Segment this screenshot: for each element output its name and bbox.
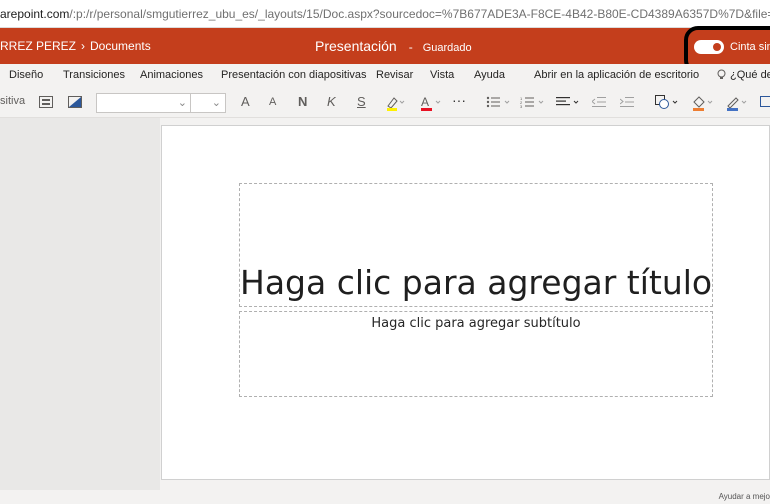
- breadcrumb: RREZ PEREZ › Documents: [0, 28, 151, 64]
- breadcrumb-separator-icon: ›: [81, 39, 86, 53]
- numbering-icon[interactable]: 123: [520, 96, 548, 111]
- tab-ayuda[interactable]: Ayuda: [474, 69, 505, 81]
- bold-button[interactable]: N: [298, 94, 307, 109]
- document-title[interactable]: Presentación: [315, 38, 397, 54]
- shapes-icon[interactable]: [655, 95, 683, 112]
- shrink-font-button[interactable]: A: [269, 96, 276, 108]
- grow-font-button[interactable]: A: [241, 94, 250, 109]
- url-path: /:p:/r/personal/smgutierrez_ubu_es/_layo…: [69, 7, 770, 21]
- tab-animaciones[interactable]: Animaciones: [140, 69, 203, 81]
- help-improve-link[interactable]: Ayudar a mejo: [719, 492, 770, 501]
- ribbon-toolbar: sitiva ⌄ ⌄ A A N K S A ··· 123: [0, 88, 770, 118]
- svg-text:3: 3: [520, 104, 523, 108]
- title-dash: -: [408, 40, 413, 54]
- shape-fill-icon[interactable]: [692, 95, 716, 114]
- slide-thumbnail-pane[interactable]: [0, 118, 160, 490]
- bullets-icon[interactable]: [486, 96, 514, 111]
- svg-text:A: A: [421, 95, 429, 109]
- font-color-icon[interactable]: A: [420, 95, 442, 114]
- title-placeholder[interactable]: Haga clic para agregar título: [239, 183, 713, 307]
- lightbulb-icon: [717, 69, 726, 84]
- url-host: arepoint.com: [0, 7, 70, 21]
- tab-diseno[interactable]: Diseño: [9, 69, 43, 81]
- tab-revisar[interactable]: Revisar: [376, 69, 413, 81]
- breadcrumb-folder[interactable]: Documents: [90, 39, 151, 53]
- tab-vista[interactable]: Vista: [430, 69, 454, 81]
- tell-me-search[interactable]: ¿Qué des: [730, 69, 770, 81]
- open-desktop-app-link[interactable]: Abrir en la aplicación de escritorio: [534, 69, 699, 81]
- app-header: RREZ PEREZ › Documents Presentación - Guarda…: [0, 28, 770, 64]
- font-name-select[interactable]: ⌄: [96, 93, 192, 113]
- font-size-select[interactable]: ⌄: [190, 93, 226, 113]
- chevron-down-icon: ⌄: [177, 97, 187, 109]
- title-placeholder-text: Haga clic para agregar título: [240, 263, 713, 302]
- increase-indent-icon[interactable]: [619, 96, 634, 111]
- underline-button[interactable]: S: [357, 94, 366, 109]
- shape-outline-icon[interactable]: [726, 95, 750, 114]
- subtitle-placeholder[interactable]: Haga clic para agregar subtítulo: [239, 311, 713, 397]
- decrease-indent-icon[interactable]: [591, 96, 606, 111]
- subtitle-placeholder-text: Haga clic para agregar subtítulo: [371, 316, 581, 331]
- arrange-icon[interactable]: [760, 96, 770, 111]
- browser-url-bar[interactable]: arepoint.com/:p:/r/personal/smgutierrez_…: [0, 0, 770, 28]
- tab-presentacion[interactable]: Presentación con diapositivas: [221, 69, 367, 81]
- new-slide-button[interactable]: sitiva: [0, 95, 25, 107]
- save-status: Guardado: [422, 42, 472, 54]
- format-background-icon[interactable]: [68, 96, 82, 111]
- status-bar: Ayudar a mejo: [0, 490, 770, 504]
- align-icon[interactable]: [556, 96, 582, 111]
- highlight-color-icon[interactable]: [385, 95, 405, 114]
- italic-button[interactable]: K: [327, 94, 336, 109]
- tab-transiciones[interactable]: Transiciones: [63, 69, 125, 81]
- breadcrumb-owner[interactable]: RREZ PEREZ: [0, 39, 76, 53]
- ribbon-tabs: Diseño Transiciones Animaciones Presenta…: [0, 64, 770, 88]
- layout-icon[interactable]: [39, 96, 53, 111]
- document-title-area: Presentación - Guardado: [315, 28, 472, 64]
- chevron-down-icon: ⌄: [211, 97, 221, 109]
- more-options-icon[interactable]: ···: [452, 92, 466, 108]
